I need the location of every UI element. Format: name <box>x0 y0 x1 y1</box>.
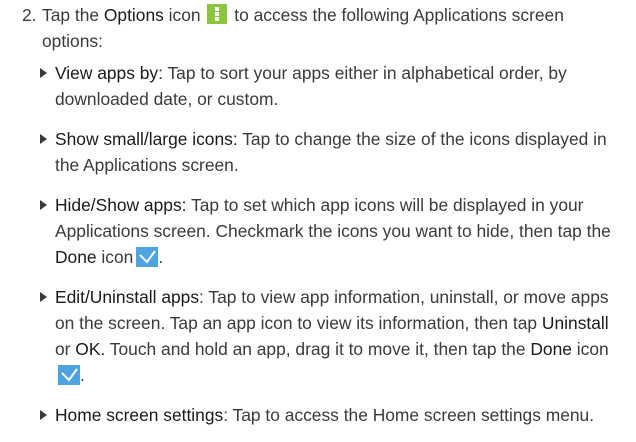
done-icon-text: icon <box>571 339 609 359</box>
done-checkmark-icon <box>136 247 159 267</box>
bullet-term: View apps by: <box>55 63 163 83</box>
step-text-before: Tap the <box>42 5 104 25</box>
bullet-term: Home screen settings <box>55 405 224 425</box>
bullet-text-2: . Touch and hold an app, drag it to move… <box>100 339 531 359</box>
uninstall-term: Uninstall <box>541 313 609 333</box>
step-text-after: to access the following Applications scr… <box>229 5 564 25</box>
done-icon-text: icon <box>96 247 134 267</box>
bullet-term: Show small/large icons: <box>55 129 238 149</box>
done-checkmark-icon <box>58 365 80 385</box>
step-text-icon: icon <box>163 5 206 25</box>
list-item-show-small-large-icons: Show small/large icons: Tap to change th… <box>40 126 624 178</box>
bullet-text: : Tap to access the Home screen settings… <box>223 405 595 425</box>
list-item-edit-uninstall-apps: Edit/Uninstall apps: Tap to view app inf… <box>40 284 624 388</box>
options-list: View apps by: Tap to sort your apps eith… <box>40 60 624 442</box>
bullet-term: Hide/Show apps: <box>55 195 187 215</box>
manual-page: 2. Tap the Options icon to access the fol… <box>0 0 636 432</box>
triangle-bullet-icon <box>40 134 47 144</box>
options-kebab-icon <box>207 4 228 24</box>
list-item-home-screen-settings: Home screen settings: Tap to access the … <box>40 402 624 428</box>
step-2: 2. Tap the Options icon to access the fol… <box>22 2 622 54</box>
step-number: 2. <box>22 5 37 25</box>
options-term: Options <box>103 5 164 25</box>
bullet-end: . <box>80 365 85 385</box>
ok-term: OK <box>75 339 101 359</box>
done-term: Done <box>530 339 572 359</box>
list-item-view-apps-by: View apps by: Tap to sort your apps eith… <box>40 60 624 112</box>
triangle-bullet-icon <box>40 292 47 302</box>
list-item-hide-show-apps: Hide/Show apps: Tap to set which app ico… <box>40 192 624 270</box>
bullet-end: . <box>158 247 164 267</box>
step-text-cont: options: <box>42 31 103 51</box>
triangle-bullet-icon <box>40 410 47 420</box>
bullet-term: Edit/Uninstall apps <box>55 287 200 307</box>
done-term: Done <box>55 247 97 267</box>
or-text: or <box>55 339 76 359</box>
triangle-bullet-icon <box>40 68 47 78</box>
triangle-bullet-icon <box>40 200 47 210</box>
step-line-1: 2. Tap the Options icon to access the fol… <box>22 2 622 28</box>
